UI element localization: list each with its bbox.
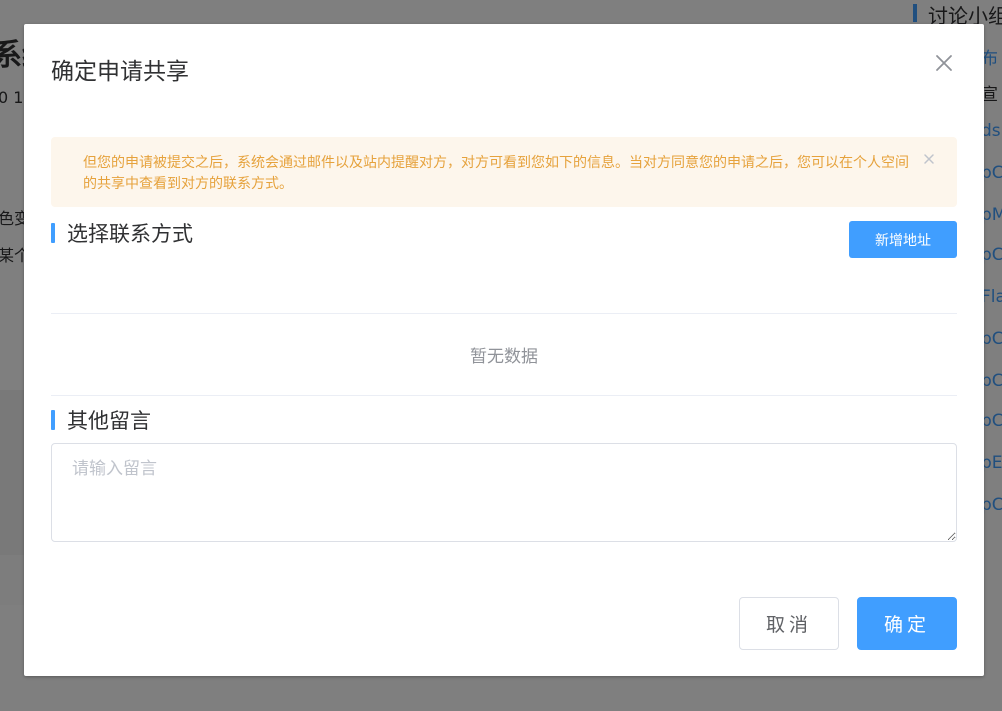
section-bar xyxy=(51,223,55,243)
info-alert: 但您的申请被提交之后，系统会通过邮件以及站内提醒对方，对方可看到您如下的信息。当… xyxy=(51,137,957,207)
message-section-header: 其他留言 xyxy=(51,405,151,435)
share-request-dialog: 确定申请共享 但您的申请被提交之后，系统会通过邮件以及站内提醒对方，对方可看到您… xyxy=(24,24,984,676)
message-section-title: 其他留言 xyxy=(67,409,151,433)
close-icon[interactable] xyxy=(921,151,937,167)
cancel-button[interactable]: 取消 xyxy=(739,597,839,650)
contact-section-header: 选择联系方式 xyxy=(51,218,193,248)
message-textarea[interactable] xyxy=(51,443,957,542)
alert-text: 但您的申请被提交之后，系统会通过邮件以及站内提醒对方，对方可看到您如下的信息。当… xyxy=(83,155,909,192)
add-address-button[interactable]: 新增地址 xyxy=(849,221,957,258)
contact-section-title: 选择联系方式 xyxy=(67,222,193,246)
confirm-button[interactable]: 确定 xyxy=(857,597,957,650)
contact-table: 暂无数据 xyxy=(51,313,957,396)
section-bar xyxy=(51,410,55,430)
dialog-title: 确定申请共享 xyxy=(51,59,189,85)
empty-text: 暂无数据 xyxy=(470,347,538,367)
close-icon[interactable] xyxy=(932,51,956,75)
